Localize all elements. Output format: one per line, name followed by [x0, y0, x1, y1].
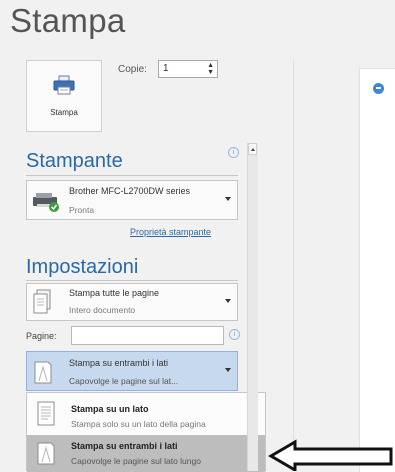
- document-pages-icon: [33, 289, 51, 320]
- pages-info-icon[interactable]: i: [229, 329, 240, 340]
- annotation-arrow-icon: [268, 439, 393, 471]
- chevron-down-icon: [225, 197, 231, 201]
- duplex-page-icon: [34, 359, 52, 390]
- printer-device-icon: [31, 189, 61, 218]
- preview-badge-icon[interactable]: [373, 83, 384, 94]
- settings-scrollbar[interactable]: [247, 143, 258, 471]
- print-range-dropdown[interactable]: Stampa tutte le pagine Intero documento: [26, 283, 238, 321]
- both-sides-page-icon: [37, 440, 55, 471]
- settings-section-title: Impostazioni: [26, 256, 139, 278]
- duplex-dropdown[interactable]: Stampa su entrambi i lati Capovolge le p…: [26, 351, 238, 391]
- duplex-option-single-subtitle: Stampa solo su un lato della pagina: [71, 419, 206, 429]
- printer-dropdown[interactable]: Brother MFC-L2700DW series Pronta: [26, 180, 238, 220]
- printer-status: Pronta: [69, 205, 95, 215]
- single-side-page-icon: [37, 401, 55, 432]
- duplex-title: Stampa su entrambi i lati: [69, 358, 169, 368]
- copies-input[interactable]: 1 ▲ ▼: [158, 60, 218, 78]
- pages-input[interactable]: [71, 326, 224, 345]
- printer-properties-link[interactable]: Proprietà stampante: [130, 227, 211, 237]
- printer-section-title: Stampante: [26, 150, 123, 172]
- duplex-option-both-sides[interactable]: Stampa su entrambi i lati Capovolge le p…: [27, 435, 265, 472]
- page-title: Stampa: [10, 2, 126, 39]
- chevron-down-icon: [225, 368, 231, 372]
- pages-label: Pagine:: [26, 331, 57, 341]
- scroll-up-arrow-icon[interactable]: [248, 143, 257, 155]
- duplex-subtitle: Capovolge le pagine sul lat...: [69, 376, 179, 386]
- print-button-label: Stampa: [50, 108, 78, 117]
- duplex-option-single-side[interactable]: Stampa su un lato Stampa solo su un lato…: [27, 397, 265, 433]
- print-range-subtitle: Intero documento: [69, 305, 136, 315]
- copies-value: 1: [163, 63, 169, 74]
- copies-label: Copie:: [118, 64, 147, 75]
- print-button[interactable]: Stampa: [26, 60, 102, 132]
- settings-section-divider: [26, 280, 238, 281]
- duplex-menu: Stampa su un lato Stampa solo su un lato…: [26, 392, 266, 472]
- duplex-option-both-subtitle: Capovolge le pagine sul lato lungo: [71, 456, 201, 466]
- print-range-title: Stampa tutte le pagine: [69, 288, 160, 298]
- chevron-down-icon: [225, 299, 231, 303]
- duplex-option-both-title: Stampa su entrambi i lati: [71, 441, 178, 451]
- print-preview-page: [359, 68, 395, 472]
- printer-info-icon[interactable]: i: [228, 147, 239, 158]
- printer-icon: [53, 75, 75, 100]
- printer-name: Brother MFC-L2700DW series: [69, 186, 191, 196]
- duplex-option-single-title: Stampa su un lato: [71, 404, 149, 414]
- printer-section-divider: [26, 175, 238, 176]
- copies-spinner[interactable]: ▲ ▼: [207, 62, 214, 76]
- preview-divider: [293, 60, 294, 471]
